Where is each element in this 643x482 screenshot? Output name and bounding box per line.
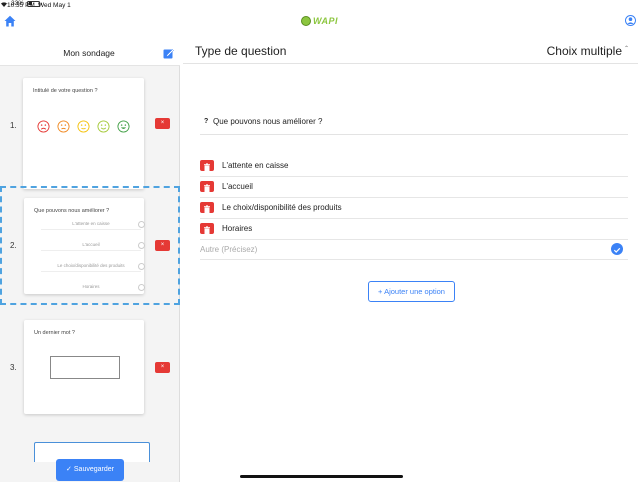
very-happy-icon	[117, 120, 130, 133]
smiley-scale	[37, 120, 137, 134]
neutral-icon	[77, 120, 90, 133]
mini-option: L'accueil	[41, 239, 145, 251]
question-card-label: Intitulé de votre question ?	[33, 88, 98, 94]
question-marker: ?	[204, 118, 209, 125]
edit-icon[interactable]	[163, 48, 174, 59]
home-icon[interactable]	[4, 15, 16, 27]
trash-icon[interactable]	[200, 160, 214, 172]
mini-option: Le choix/disponibilité des produits	[41, 260, 145, 272]
question-card-2[interactable]: Que pouvons nous améliorer ? L'attente e…	[24, 198, 145, 294]
mini-option-label: Horaires	[82, 284, 100, 289]
unhappy-icon	[57, 120, 70, 133]
option-label[interactable]: L'accueil	[222, 182, 253, 191]
check-icon: ✓	[66, 466, 72, 473]
question-card-1[interactable]: Intitulé de votre question ?	[23, 78, 144, 189]
trash-icon[interactable]	[200, 202, 214, 214]
sidebar: Mon sondage 1. Intitulé de votre questio…	[0, 32, 180, 482]
mini-option-label: L'attente en caisse	[72, 221, 110, 226]
option-label[interactable]: Le choix/disponibilité des produits	[222, 203, 342, 212]
radio-icon	[138, 242, 145, 249]
option-label[interactable]: Horaires	[222, 224, 252, 233]
radio-icon	[138, 221, 145, 228]
battery-icon	[27, 0, 43, 7]
logo-text: WAPI	[313, 16, 339, 26]
radio-icon	[138, 284, 145, 291]
save-button[interactable]: ✓ Sauvegarder	[56, 459, 124, 481]
status-indicators: 33%	[0, 0, 643, 7]
question-card-3[interactable]: Un dernier mot ?	[24, 320, 144, 414]
question-number: 1.	[10, 121, 17, 130]
option-row: Le choix/disponibilité des produits	[200, 198, 628, 219]
battery-level	[28, 2, 32, 5]
trash-icon[interactable]	[200, 223, 214, 235]
question-number: 2.	[10, 241, 17, 250]
question-number: 3.	[10, 363, 17, 372]
happy-icon	[97, 120, 110, 133]
option-row: L'accueil	[200, 177, 628, 198]
mini-option: L'attente en caisse	[41, 218, 145, 230]
text-answer-preview	[50, 356, 120, 379]
check-icon[interactable]	[611, 243, 623, 255]
other-option-field[interactable]: Autre (Précisez)	[200, 245, 257, 254]
nav-bar: WAPI	[0, 12, 643, 32]
option-row: L'attente en caisse	[200, 156, 628, 177]
mini-option-label: Le choix/disponibilité des produits	[57, 263, 125, 268]
sidebar-header: Mon sondage	[0, 32, 180, 66]
chevron-down-icon[interactable]: ⌃	[624, 45, 629, 52]
mini-option-label: L'accueil	[82, 242, 100, 247]
mini-option: Horaires	[41, 281, 145, 293]
question-card-label: Un dernier mot ?	[34, 330, 75, 336]
other-option-row: Autre (Précisez)	[200, 240, 628, 260]
delete-question-button[interactable]: ×	[155, 362, 170, 373]
status-date: Wed May 1	[38, 2, 71, 9]
delete-question-button[interactable]: ×	[155, 240, 170, 251]
option-row: Horaires	[200, 219, 628, 240]
logo: WAPI	[301, 16, 338, 26]
divider	[183, 63, 638, 64]
question-card-label: Que pouvons nous améliorer ?	[34, 208, 110, 214]
divider	[200, 134, 628, 135]
option-label[interactable]: L'attente en caisse	[222, 161, 288, 170]
question-text-field[interactable]: Que pouvons nous améliorer ?	[213, 117, 322, 126]
radio-icon	[138, 263, 145, 270]
very-unhappy-icon	[37, 120, 50, 133]
delete-question-button[interactable]: ×	[155, 118, 170, 129]
page-title: Type de question	[195, 44, 287, 58]
add-option-button[interactable]: + Ajouter une option	[368, 281, 455, 302]
save-button-label: Sauvegarder	[73, 466, 114, 473]
question-type-select[interactable]: Choix multiple	[547, 44, 622, 58]
home-indicator[interactable]	[240, 475, 403, 478]
logo-mark	[301, 16, 311, 26]
status-bar: 10:35 PM Wed May 1 33%	[0, 0, 643, 12]
trash-icon[interactable]	[200, 181, 214, 193]
user-icon[interactable]	[625, 15, 636, 26]
sidebar-title: Mon sondage	[63, 48, 115, 58]
